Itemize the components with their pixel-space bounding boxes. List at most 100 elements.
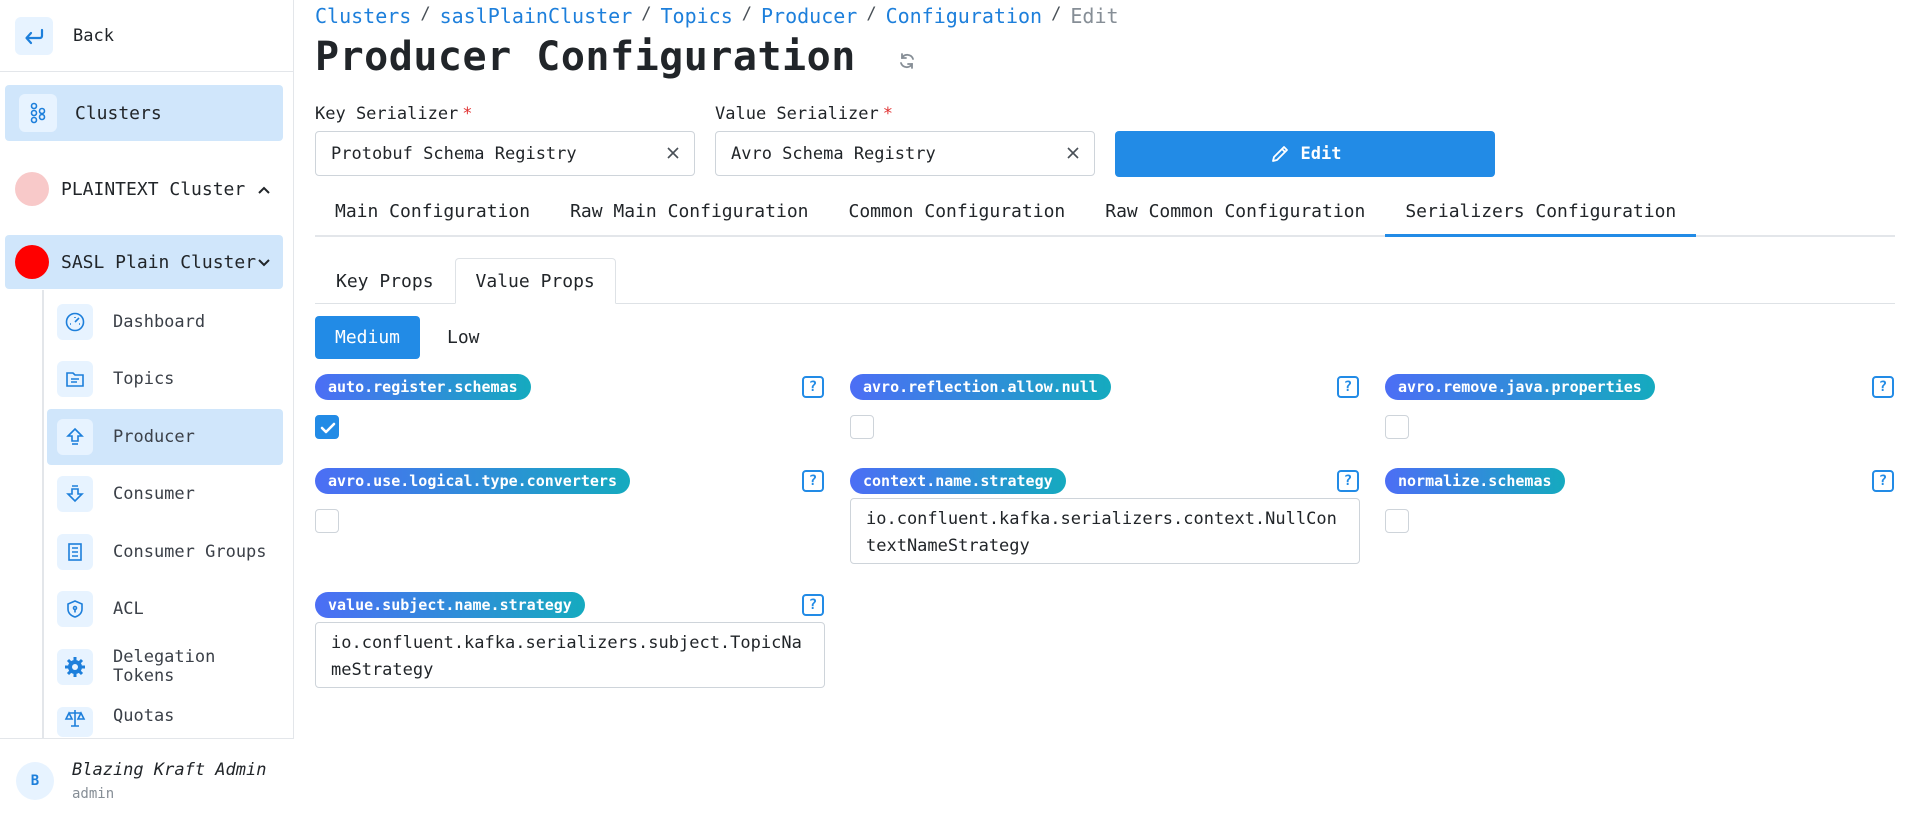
cluster-color-dot [15,245,49,279]
cluster-label: SASL Plain Cluster [61,251,257,273]
gauge-icon [57,304,93,340]
normalize-schemas-checkbox[interactable] [1385,509,1409,533]
edit-label: Edit [1300,144,1342,164]
tab-common-configuration[interactable]: Common Configuration [829,195,1086,237]
shield-icon [57,591,93,627]
submenu-divider [42,290,44,740]
breadcrumb-separator: / [420,4,431,24]
sidebar-item-dashboard[interactable]: Dashboard [47,294,283,350]
upload-icon [57,419,93,455]
prop-name-badge: normalize.schemas [1385,468,1565,494]
tab-raw-common-configuration[interactable]: Raw Common Configuration [1085,195,1385,237]
sidebar-item-label: Producer [113,426,195,447]
breadcrumb-producer[interactable]: Producer [761,4,857,28]
chevron-up-icon[interactable] [257,180,271,199]
sidebar-item-label: Quotas [113,706,175,726]
gear-icon [57,649,93,685]
breadcrumb-topics[interactable]: Topics [660,4,732,28]
help-icon[interactable]: ? [1337,470,1359,492]
help-icon[interactable]: ? [1337,376,1359,398]
clear-icon[interactable] [1064,144,1082,162]
sidebar-item-clusters[interactable]: Clusters [5,85,283,141]
cluster-label: PLAINTEXT Cluster [61,178,246,200]
sidebar-item-label: Dashboard [113,311,206,332]
help-icon[interactable]: ? [1872,470,1894,492]
prop-name-badge: context.name.strategy [850,468,1066,494]
tab-raw-main-configuration[interactable]: Raw Main Configuration [550,195,828,237]
tab-main-configuration[interactable]: Main Configuration [315,195,550,237]
avro-reflection-allow-null-checkbox[interactable] [850,415,874,439]
user-panel[interactable]: B Blazing Kraft Admin admin [0,738,294,822]
value-subject-name-strategy-input[interactable]: io.confluent.kafka.serializers.subject.T… [315,622,825,688]
props-tabs: Key Props Value Props [315,258,1895,304]
sidebar-item-consumer[interactable]: Consumer [47,466,283,522]
help-icon[interactable]: ? [802,376,824,398]
breadcrumb-separator: / [866,4,877,24]
value-serializer-label: Value Serializer * [715,104,894,124]
prop-name-badge: auto.register.schemas [315,374,531,400]
importance-medium-button[interactable]: Medium [315,316,421,359]
check-icon [320,422,336,434]
back-button[interactable]: Back [0,0,294,72]
back-arrow-icon [15,16,53,55]
tab-value-props[interactable]: Value Props [454,258,616,304]
help-icon[interactable]: ? [1872,376,1894,398]
sidebar-item-label: ACL [113,598,144,619]
user-role: admin [72,785,115,802]
sidebar-item-topics[interactable]: Topics [47,351,283,407]
tab-serializers-configuration[interactable]: Serializers Configuration [1385,195,1697,237]
breadcrumb-separator: / [641,4,652,24]
sidebar-item-delegation-tokens[interactable]: Delegation Tokens [47,639,283,695]
sidebar-item-label: Clusters [75,102,162,124]
cluster-plaintext[interactable]: PLAINTEXT Cluster [5,162,283,216]
config-tabs: Main Configuration Raw Main Configuratio… [315,195,1895,237]
sidebar-item-label: Consumer [113,483,195,504]
clear-icon[interactable] [664,144,682,162]
pencil-icon [1271,146,1288,162]
key-serializer-label: Key Serializer * [315,104,473,124]
user-name: Blazing Kraft Admin [72,759,267,780]
refresh-icon[interactable] [896,50,918,72]
breadcrumb-clusters[interactable]: Clusters [315,4,411,28]
prop-name-badge: avro.reflection.allow.null [850,374,1111,400]
sidebar-item-quotas[interactable]: Quotas [47,697,283,739]
sidebar-item-producer[interactable]: Producer [47,409,283,465]
importance-low-button[interactable]: Low [427,316,500,359]
context-name-strategy-input[interactable]: io.confluent.kafka.serializers.context.N… [850,498,1360,564]
breadcrumb-configuration[interactable]: Configuration [886,4,1043,28]
avro-use-logical-type-converters-checkbox[interactable] [315,509,339,533]
sidebar-item-label: Delegation Tokens [113,647,216,686]
key-serializer-select[interactable]: Protobuf Schema Registry [315,131,695,176]
cluster-color-dot [15,172,49,206]
tab-key-props[interactable]: Key Props [315,258,455,304]
breadcrumb: Clusters / saslPlainCluster / Topics / P… [315,4,1119,28]
breadcrumb-separator: / [741,4,752,24]
required-mark: * [462,104,473,124]
auto-register-schemas-checkbox[interactable] [315,415,339,439]
prop-name-badge: value.subject.name.strategy [315,592,585,618]
sidebar-item-acl[interactable]: ACL [47,581,283,637]
avro-remove-java-properties-checkbox[interactable] [1385,415,1409,439]
breadcrumb-current: Edit [1070,4,1119,28]
cluster-sasl-plain[interactable]: SASL Plain Cluster [5,235,283,289]
value-serializer-select[interactable]: Avro Schema Registry [715,131,1095,176]
help-icon[interactable]: ? [802,470,824,492]
key-serializer-value: Protobuf Schema Registry [331,143,577,164]
required-mark: * [882,104,894,124]
sidebar: Back Clusters PLAINTEXT Cluster SASL Pla… [0,0,294,822]
scale-icon [57,707,93,737]
prop-name-badge: avro.remove.java.properties [1385,374,1655,400]
page-title: Producer Configuration [315,34,856,80]
edit-button[interactable]: Edit [1115,131,1495,177]
clusters-icon [19,94,57,132]
breadcrumb-cluster[interactable]: saslPlainCluster [440,4,633,28]
chevron-down-icon[interactable] [257,253,271,272]
prop-name-badge: avro.use.logical.type.converters [315,468,630,494]
sidebar-item-consumer-groups[interactable]: Consumer Groups [47,524,283,580]
group-icon [57,534,93,570]
folder-icon [57,361,93,397]
breadcrumb-separator: / [1051,4,1062,24]
avatar: B [16,761,54,800]
download-icon [57,476,93,512]
help-icon[interactable]: ? [802,594,824,616]
